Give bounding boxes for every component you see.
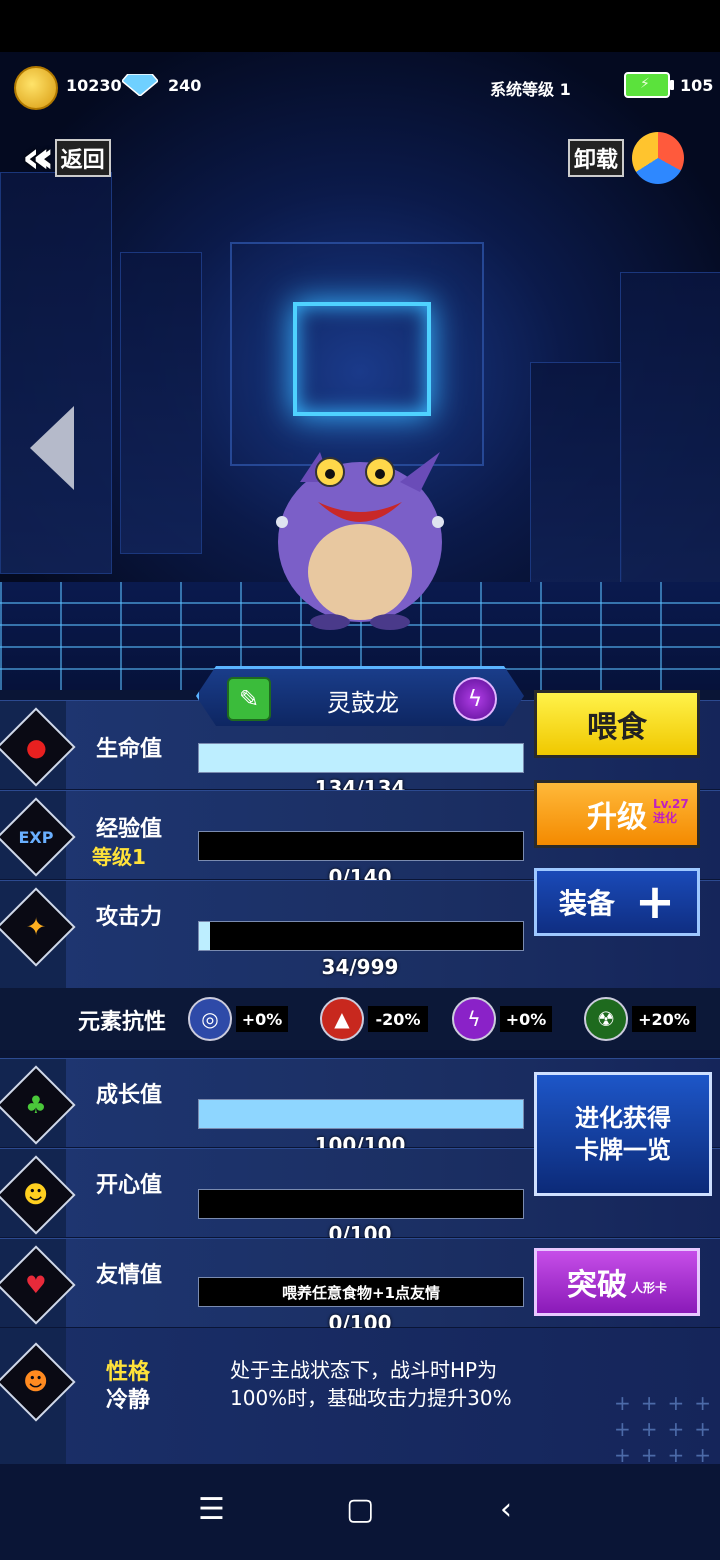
pet-monster-model[interactable] — [270, 432, 450, 632]
status-bar — [0, 0, 720, 52]
resistance-water: ◎ +0% — [188, 996, 288, 1042]
energy-count: 105 — [680, 76, 714, 95]
resistance-poison: ☢ +20% — [584, 996, 696, 1042]
upgrade-label: 升级 — [587, 800, 647, 835]
gem-count: 240 — [168, 76, 202, 95]
stat-label: 开心值 — [96, 1173, 163, 1198]
resistance-value: +20% — [632, 1006, 696, 1032]
upgrade-badge-level: Lv.27 — [653, 797, 689, 811]
friendship-hint: 喂养任意食物+1点友情 — [281, 1284, 440, 1302]
system-level: 系统等级 1 — [490, 80, 571, 99]
hp-bar — [198, 743, 524, 773]
blood-drop-icon: ● — [25, 732, 47, 761]
recycle-icon — [632, 132, 685, 184]
exp-bar — [198, 831, 524, 861]
stat-label: 生命值 — [96, 737, 163, 762]
pet-name-plate: ✎ 灵鼓龙 ϟ — [196, 666, 524, 726]
growth-bar-fill — [199, 1100, 523, 1128]
upgrade-badge-evolve: 进化 — [653, 811, 678, 825]
resource-bar: 10230 240 系统等级 1 ⚡ 105 — [0, 60, 720, 110]
happiness-bar — [198, 1189, 524, 1219]
sprout-icon: ♣ — [25, 1090, 47, 1119]
upgrade-button[interactable]: 升级 Lv.27 进化 — [534, 780, 700, 848]
breakthrough-sublabel: 人形卡 — [630, 1280, 667, 1295]
personality-section: ☻ 性格 冷静 处于主战状态下，战斗时HP为100%时，基础攻击力提升30% +… — [0, 1328, 720, 1493]
resistance-thunder: ϟ +0% — [452, 996, 552, 1042]
resistance-value: +0% — [500, 1006, 552, 1032]
hp-bar-fill — [199, 744, 523, 772]
smiley-icon: ☻ — [23, 1181, 49, 1209]
breakthrough-label: 突破 — [566, 1268, 627, 1303]
growth-bar — [198, 1099, 524, 1129]
evolve-line-2: 卡牌一览 — [575, 1136, 671, 1164]
feed-button[interactable]: 喂食 — [534, 690, 700, 758]
resistance-label: 元素抗性 — [78, 1010, 167, 1035]
resistance-value: +0% — [236, 1006, 288, 1032]
coin-count: 10230 — [66, 76, 122, 95]
friendship-bar: 喂养任意食物+1点友情 — [198, 1277, 524, 1307]
element-resistance-row: 元素抗性 ◎ +0% ▲ -20% ϟ +0% ☢ +20% — [0, 988, 720, 1050]
stat-label: 攻击力 — [96, 905, 163, 930]
diamond-icon — [122, 74, 158, 96]
equip-label: 装备 — [558, 887, 615, 920]
previous-pet-arrow-icon[interactable] — [30, 406, 74, 490]
energy-battery-icon: ⚡ — [624, 72, 674, 98]
menu-icon[interactable]: ☰ — [198, 1492, 225, 1527]
attack-value: 34/999 — [321, 955, 399, 979]
resistance-value: -20% — [368, 1006, 428, 1032]
water-element-icon: ◎ — [188, 997, 232, 1041]
home-icon[interactable]: ▢ — [346, 1492, 374, 1527]
stat-label: 友情值 — [96, 1263, 163, 1288]
system-navigation-bar: ☰ ▢ ‹ — [0, 1464, 720, 1560]
stat-label: 经验值 — [96, 817, 163, 842]
unload-label: 卸载 — [568, 139, 625, 177]
thunder-element-icon: ϟ — [453, 677, 497, 721]
equip-button[interactable]: 装备 + — [534, 868, 700, 936]
unload-button[interactable]: 卸载 — [568, 130, 685, 186]
pet-level: 等级1 — [92, 845, 146, 869]
devil-face-icon: ☻ — [23, 1368, 49, 1396]
attack-bar-fill — [199, 922, 211, 950]
personality-value: 冷静 — [106, 1388, 151, 1413]
back-label: 返回 — [54, 139, 111, 177]
evolution-cards-button[interactable]: 进化获得 卡牌一览 — [534, 1072, 712, 1196]
stat-label: 成长值 — [96, 1083, 163, 1108]
back-nav-icon[interactable]: ‹ — [500, 1492, 512, 1527]
back-button[interactable]: «‹ 返回 — [22, 134, 111, 182]
breakthrough-button[interactable]: 突破 人形卡 — [534, 1248, 700, 1316]
thunder-element-icon: ϟ — [452, 997, 496, 1041]
coin-icon — [14, 66, 58, 110]
upgrade-badge: Lv.27 进化 — [653, 797, 689, 825]
evolve-line-1: 进化获得 — [575, 1104, 671, 1132]
personality-description: 处于主战状态下，战斗时HP为100%时，基础攻击力提升30% — [230, 1358, 512, 1410]
fire-element-icon: ▲ — [320, 997, 364, 1041]
attack-bar — [198, 921, 524, 951]
portal-frame — [293, 302, 431, 416]
exp-icon: EXP — [18, 827, 54, 847]
poison-element-icon: ☢ — [584, 997, 628, 1041]
attack-claw-icon: ✦ — [25, 912, 47, 941]
back-chevron-icon: «‹ — [22, 132, 54, 183]
heart-icon: ♥ — [25, 1270, 47, 1299]
plus-icon: + — [634, 874, 676, 930]
resistance-fire: ▲ -20% — [320, 996, 428, 1042]
